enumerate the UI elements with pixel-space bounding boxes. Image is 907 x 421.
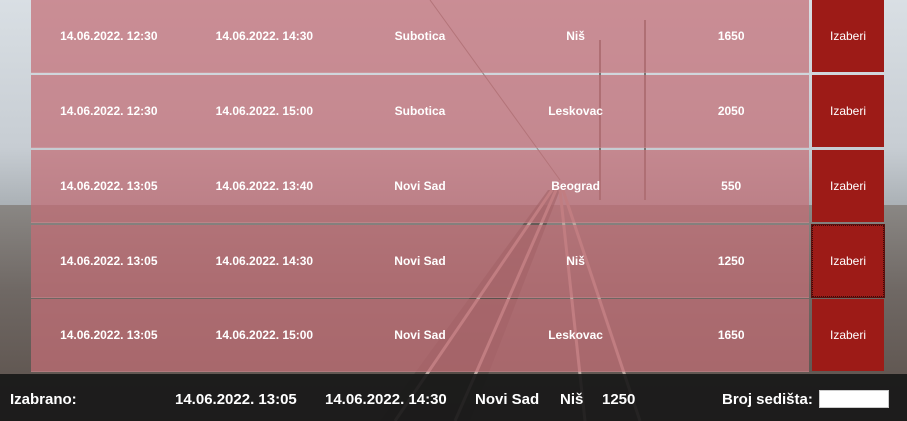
select-button[interactable]: Izaberi bbox=[812, 299, 884, 371]
to-cell: Beograd bbox=[551, 179, 600, 193]
from-cell: Subotica bbox=[394, 104, 446, 118]
price-cell: 1250 bbox=[717, 254, 745, 268]
departure-cell: 14.06.2022. 12:30 bbox=[60, 29, 158, 43]
departure-cell: 14.06.2022. 13:05 bbox=[60, 179, 158, 193]
arrival-cell: 14.06.2022. 15:00 bbox=[215, 328, 314, 342]
row-cells: 14.06.2022. 12:30 14.06.2022. 15:00 Subo… bbox=[31, 75, 809, 148]
arrival-cell: 14.06.2022. 14:30 bbox=[215, 254, 314, 268]
from-cell: Subotica bbox=[394, 29, 446, 43]
seats-input[interactable] bbox=[819, 390, 889, 408]
to-cell: Leskovac bbox=[548, 104, 603, 118]
price-cell: 1650 bbox=[717, 29, 745, 43]
arrival-cell: 14.06.2022. 13:40 bbox=[215, 179, 314, 193]
selected-to: Niš bbox=[560, 391, 584, 408]
selection-label: Izabrano: bbox=[10, 391, 77, 408]
row-cells: 14.06.2022. 13:05 14.06.2022. 15:00 Novi… bbox=[31, 299, 809, 372]
to-cell: Leskovac bbox=[548, 328, 603, 342]
selected-departure: 14.06.2022. 13:05 bbox=[175, 391, 297, 408]
from-cell: Novi Sad bbox=[394, 254, 446, 268]
arrival-cell: 14.06.2022. 15:00 bbox=[215, 104, 314, 118]
select-button[interactable]: Izaberi bbox=[811, 224, 885, 298]
price-cell: 550 bbox=[721, 179, 742, 193]
table-row: 14.06.2022. 13:05 14.06.2022. 14:30 Novi… bbox=[31, 224, 885, 298]
to-cell: Niš bbox=[566, 29, 585, 43]
select-button[interactable]: Izaberi bbox=[812, 75, 884, 147]
selected-arrival: 14.06.2022. 14:30 bbox=[325, 391, 447, 408]
price-cell: 2050 bbox=[717, 104, 745, 118]
departure-cell: 14.06.2022. 13:05 bbox=[60, 254, 158, 268]
table-row: 14.06.2022. 13:05 14.06.2022. 13:40 Novi… bbox=[31, 150, 884, 223]
row-cells: 14.06.2022. 12:30 14.06.2022. 14:30 Subo… bbox=[31, 0, 809, 73]
from-cell: Novi Sad bbox=[394, 328, 446, 342]
departure-cell: 14.06.2022. 12:30 bbox=[60, 104, 158, 118]
departure-cell: 14.06.2022. 13:05 bbox=[60, 328, 158, 342]
table-row: 14.06.2022. 13:05 14.06.2022. 15:00 Novi… bbox=[31, 299, 884, 372]
row-cells: 14.06.2022. 13:05 14.06.2022. 13:40 Novi… bbox=[31, 150, 809, 223]
routes-table: 14.06.2022. 12:30 14.06.2022. 14:30 Subo… bbox=[31, 0, 885, 372]
selected-price: 1250 bbox=[602, 391, 636, 408]
from-cell: Novi Sad bbox=[394, 179, 446, 193]
row-cells: 14.06.2022. 13:05 14.06.2022. 14:30 Novi… bbox=[31, 225, 809, 298]
arrival-cell: 14.06.2022. 14:30 bbox=[215, 29, 314, 43]
select-button[interactable]: Izaberi bbox=[812, 150, 884, 222]
select-button[interactable]: Izaberi bbox=[812, 0, 884, 72]
selected-from: Novi Sad bbox=[475, 391, 540, 408]
seats-label: Broj sedišta: bbox=[722, 391, 813, 408]
selection-bar: Izabrano: 14.06.2022. 13:05 14.06.2022. … bbox=[0, 374, 907, 421]
to-cell: Niš bbox=[566, 254, 585, 268]
table-row: 14.06.2022. 12:30 14.06.2022. 15:00 Subo… bbox=[31, 75, 884, 148]
price-cell: 1650 bbox=[717, 328, 745, 342]
table-row: 14.06.2022. 12:30 14.06.2022. 14:30 Subo… bbox=[31, 0, 884, 73]
